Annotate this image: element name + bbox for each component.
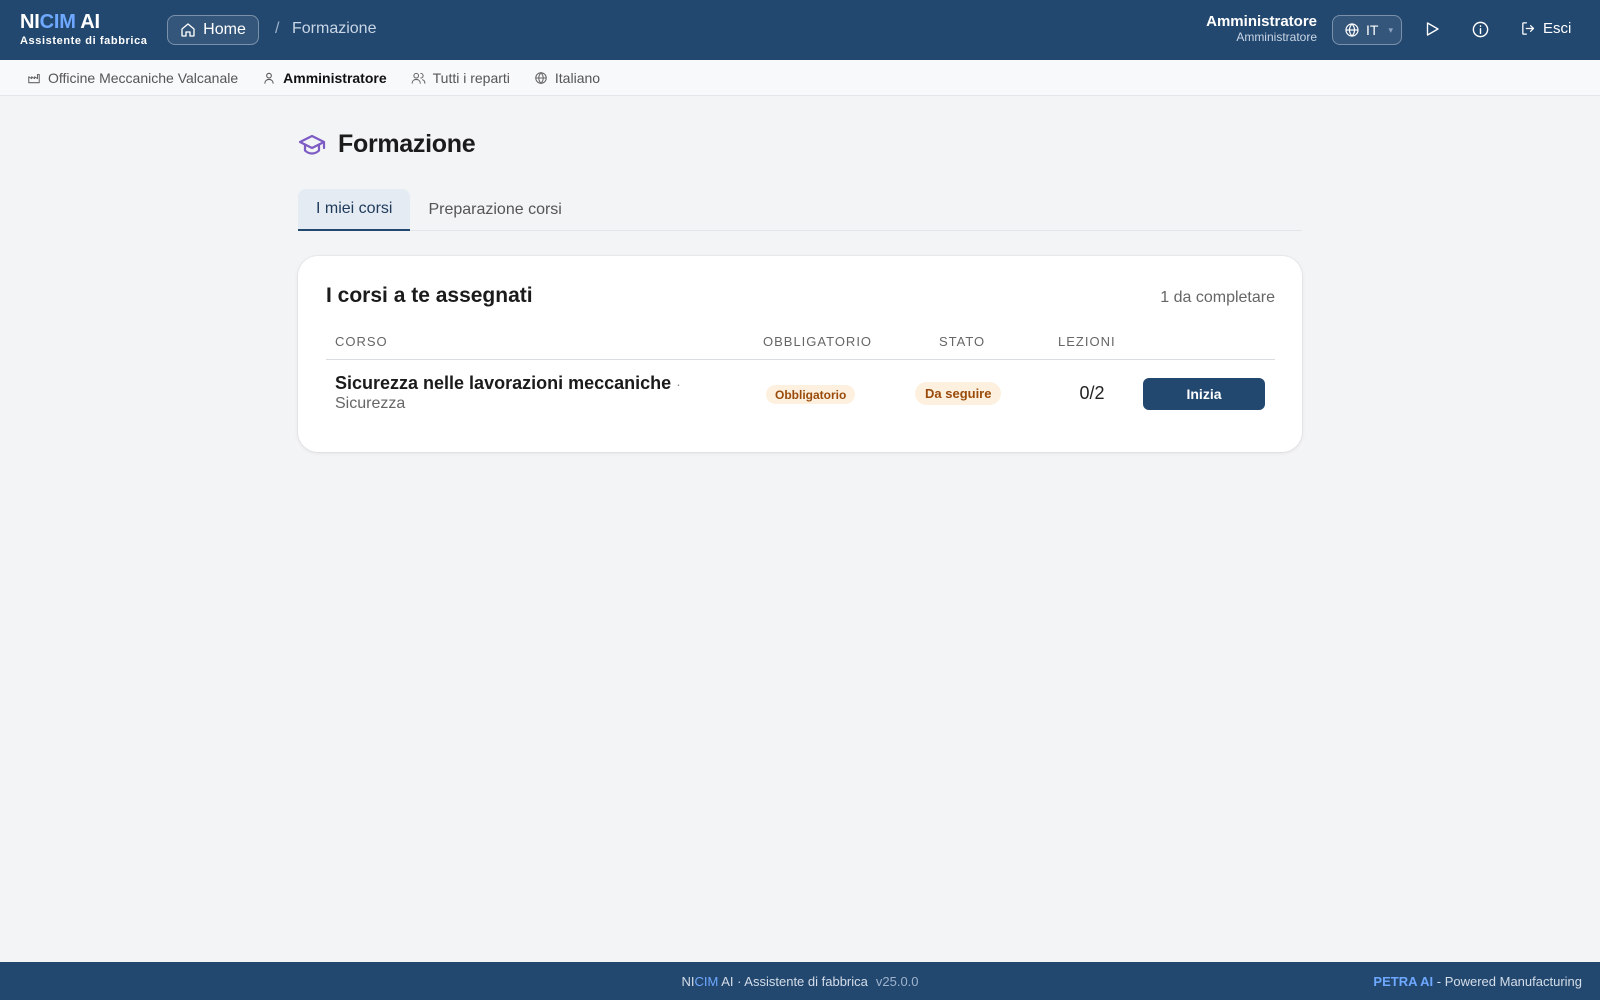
language-name: Italiano [554, 69, 601, 86]
brand-subtitle: Assistente di fabbrica [20, 35, 148, 47]
logout-label: Esci [1543, 20, 1572, 37]
column-header-status: STATO [939, 334, 986, 349]
home-button[interactable]: Home [167, 15, 259, 45]
page-title: Formazione [338, 130, 476, 158]
user-name: Amministratore [1206, 13, 1317, 30]
mandatory-badge: Obbligatorio [766, 385, 856, 404]
breadcrumb-separator: / [275, 20, 280, 37]
language-code: IT [1366, 22, 1379, 38]
column-header-mandatory: OBBLIGATORIO [763, 334, 873, 349]
user-icon [262, 71, 276, 85]
column-header-lessons: LEZIONI [1058, 334, 1116, 349]
breadcrumb-current: Formazione [292, 20, 377, 37]
top-bar: NICIM AI Assistente di fabbrica Home / F… [0, 0, 1600, 60]
footer-info: NICIM AI · Assistente di fabbrica v25.0.0 [681, 974, 919, 989]
course-name[interactable]: Sicurezza nelle lavorazioni meccaniche · [335, 373, 681, 394]
course-separator: · [676, 376, 681, 392]
user-role: Amministratore [1236, 30, 1317, 44]
play-icon[interactable] [1423, 20, 1441, 38]
department-item[interactable]: Tutti i reparti [411, 70, 510, 86]
column-header-course: CORSO [335, 334, 388, 349]
company-item[interactable]: Officine Meccaniche Valcanale [27, 70, 238, 86]
users-icon [411, 71, 426, 85]
graduation-cap-icon [298, 133, 326, 157]
home-label: Home [203, 21, 246, 38]
card-title: I corsi a te assegnati [326, 284, 533, 307]
user-info: Amministratore Amministratore [1206, 13, 1317, 45]
brand-logo[interactable]: NICIM AI Assistente di fabbrica [20, 12, 148, 47]
globe-icon [1344, 22, 1360, 38]
globe-icon [534, 71, 548, 85]
home-icon [180, 22, 196, 38]
tab-bar: I miei corsi Preparazione corsi [298, 189, 1302, 231]
chevron-down-icon: ▾ [1388, 24, 1393, 35]
assigned-courses-card: I corsi a te assegnati 1 da completare C… [298, 256, 1302, 452]
pending-count: 1 da completare [1160, 289, 1275, 306]
course-category: Sicurezza [335, 395, 406, 412]
logout-button[interactable]: Esci [1520, 20, 1571, 37]
logout-icon [1520, 20, 1537, 37]
header-divider [326, 359, 1275, 360]
department-name: Tutti i reparti [432, 69, 510, 86]
page-header: Formazione [298, 130, 476, 159]
factory-icon [27, 71, 41, 85]
role-name: Amministratore [283, 69, 387, 86]
language-item[interactable]: Italiano [534, 70, 600, 86]
tab-course-preparation[interactable]: Preparazione corsi [410, 189, 579, 231]
info-icon[interactable] [1471, 20, 1490, 39]
language-select[interactable]: IT ▾ [1332, 15, 1402, 45]
footer-powered-by: PETRA AI - Powered Manufacturing [1373, 974, 1582, 989]
tab-my-courses[interactable]: I miei corsi [298, 189, 411, 231]
app-version: v25.0.0 [875, 974, 919, 989]
lessons-progress: 0/2 [1079, 383, 1105, 403]
company-name: Officine Meccaniche Valcanale [48, 69, 239, 86]
role-item[interactable]: Amministratore [262, 69, 387, 86]
context-bar: Officine Meccaniche Valcanale Amministra… [0, 60, 1600, 96]
status-badge: Da seguire [915, 382, 1002, 405]
footer: NICIM AI · Assistente di fabbrica v25.0.0… [0, 962, 1600, 1000]
start-course-button[interactable]: Inizia [1143, 378, 1265, 410]
brand-name: NICIM AI [20, 11, 100, 33]
